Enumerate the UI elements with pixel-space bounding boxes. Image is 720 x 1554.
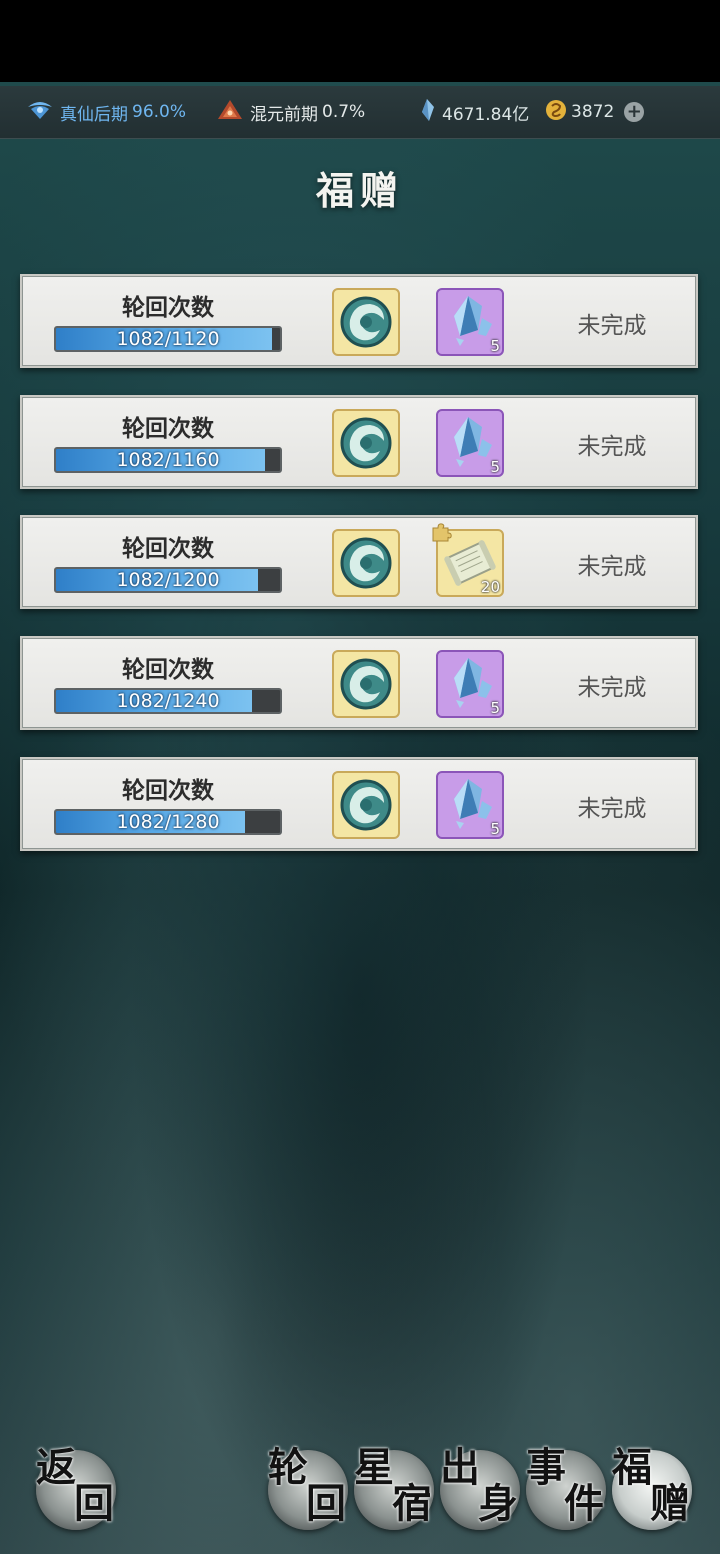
top-black-bar — [0, 0, 720, 82]
tab-chushen-char-2: 身 — [478, 1480, 518, 1527]
realm-stat: 真仙后期 96.0% — [26, 99, 186, 126]
reward-row: 轮回次数 1082/1280 5 未完成 — [20, 757, 698, 851]
item-count: 20 — [480, 578, 500, 596]
item-count: 5 — [490, 820, 500, 838]
reward-status: 未完成 — [577, 796, 647, 822]
reward-item-2[interactable]: 5 — [436, 409, 504, 477]
jade-pendant-icon — [334, 773, 398, 841]
tab-lunhui-char-2: 回 — [306, 1480, 346, 1527]
progress-bar: 1082/1240 — [54, 688, 282, 714]
reward-name: 轮回次数 — [122, 295, 214, 321]
tab-chushen-char-1: 出 — [440, 1444, 480, 1491]
reward-status: 未完成 — [577, 313, 647, 339]
reward-item-1[interactable] — [332, 409, 400, 477]
jade-pendant-icon — [334, 652, 398, 720]
item-count: 5 — [490, 699, 500, 717]
tab-shijian-char-2: 件 — [564, 1480, 604, 1527]
tab-chushen[interactable]: 出 身 — [440, 1444, 520, 1530]
page-title: 福赠 — [315, 168, 404, 213]
item-count: 5 — [490, 458, 500, 476]
jade-pendant-icon — [334, 290, 398, 358]
reward-status: 未完成 — [577, 434, 647, 460]
jade-pendant-icon — [334, 411, 398, 479]
progress-text: 1082/1240 — [116, 690, 220, 712]
progress-text: 1082/1200 — [116, 569, 220, 591]
back-char-1: 返 — [36, 1444, 76, 1491]
spirit-stone-icon — [418, 98, 436, 127]
reward-item-1[interactable] — [332, 650, 400, 718]
back-button[interactable]: 返 回 — [36, 1444, 116, 1530]
tab-xingxiu[interactable]: 星 宿 — [354, 1444, 434, 1530]
reward-item-2[interactable]: 5 — [436, 288, 504, 356]
currency-value: 3872 — [571, 102, 615, 122]
tab-shijian[interactable]: 事 件 — [526, 1444, 606, 1530]
reward-name: 轮回次数 — [122, 416, 214, 442]
currency-stat: 3872 + — [545, 99, 645, 126]
spirit-stone-value: 4671.84亿 — [442, 104, 530, 125]
tab-xingxiu-char-1: 星 — [354, 1444, 394, 1491]
progress-bar: 1082/1160 — [54, 447, 282, 473]
tab-fuzeng-char-1: 福 — [612, 1444, 652, 1491]
realm-label: 真仙后期 — [60, 104, 128, 125]
tab-lunhui-char-1: 轮 — [268, 1444, 308, 1491]
tab-xingxiu-char-2: 宿 — [392, 1480, 432, 1527]
progress-text: 1082/1280 — [116, 811, 220, 833]
progress-bar: 1082/1280 — [54, 809, 282, 835]
reward-name: 轮回次数 — [122, 778, 214, 804]
reward-row: 轮回次数 1082/1200 20 未完成 — [20, 515, 698, 609]
add-currency-button[interactable]: + — [624, 102, 645, 122]
reward-row: 轮回次数 1082/1120 5 未完成 — [20, 274, 698, 368]
realm-percent: 96.0% — [132, 102, 187, 122]
back-char-2: 回 — [74, 1480, 114, 1527]
progress-bar: 1082/1120 — [54, 326, 282, 352]
item-count: 5 — [490, 337, 500, 355]
reward-status: 未完成 — [577, 675, 647, 701]
reward-item-1[interactable] — [332, 529, 400, 597]
tab-fuzeng-char-2: 赠 — [650, 1480, 690, 1527]
next-realm-stat: 混元前期 0.7% — [216, 99, 365, 126]
progress-text: 1082/1120 — [116, 328, 220, 350]
status-bar: 真仙后期 96.0% 混元前期 0.7% 4671.84亿 3872 + — [0, 86, 720, 139]
reward-name: 轮回次数 — [122, 536, 214, 562]
reward-status: 未完成 — [577, 554, 647, 580]
tab-shijian-char-1: 事 — [526, 1444, 566, 1491]
realm-icon — [26, 99, 54, 126]
reward-row: 轮回次数 1082/1240 5 未完成 — [20, 636, 698, 730]
next-realm-label: 混元前期 — [250, 104, 318, 125]
coin-icon — [545, 99, 567, 126]
next-realm-percent: 0.7% — [322, 102, 366, 122]
reward-item-1[interactable] — [332, 288, 400, 356]
reward-item-2[interactable]: 5 — [436, 650, 504, 718]
progress-bar: 1082/1200 — [54, 567, 282, 593]
reward-item-2[interactable]: 5 — [436, 771, 504, 839]
reward-name: 轮回次数 — [122, 657, 214, 683]
tab-lunhui[interactable]: 轮 回 — [268, 1444, 348, 1530]
puzzle-piece-icon — [430, 521, 452, 547]
spirit-stone-stat: 4671.84亿 — [418, 98, 529, 127]
next-realm-icon — [216, 99, 244, 126]
jade-pendant-icon — [334, 531, 398, 599]
reward-row: 轮回次数 1082/1160 5 未完成 — [20, 395, 698, 489]
tab-fuzeng[interactable]: 福 赠 — [612, 1444, 692, 1530]
progress-text: 1082/1160 — [116, 449, 220, 471]
reward-item-1[interactable] — [332, 771, 400, 839]
reward-item-2[interactable]: 20 — [432, 523, 504, 597]
